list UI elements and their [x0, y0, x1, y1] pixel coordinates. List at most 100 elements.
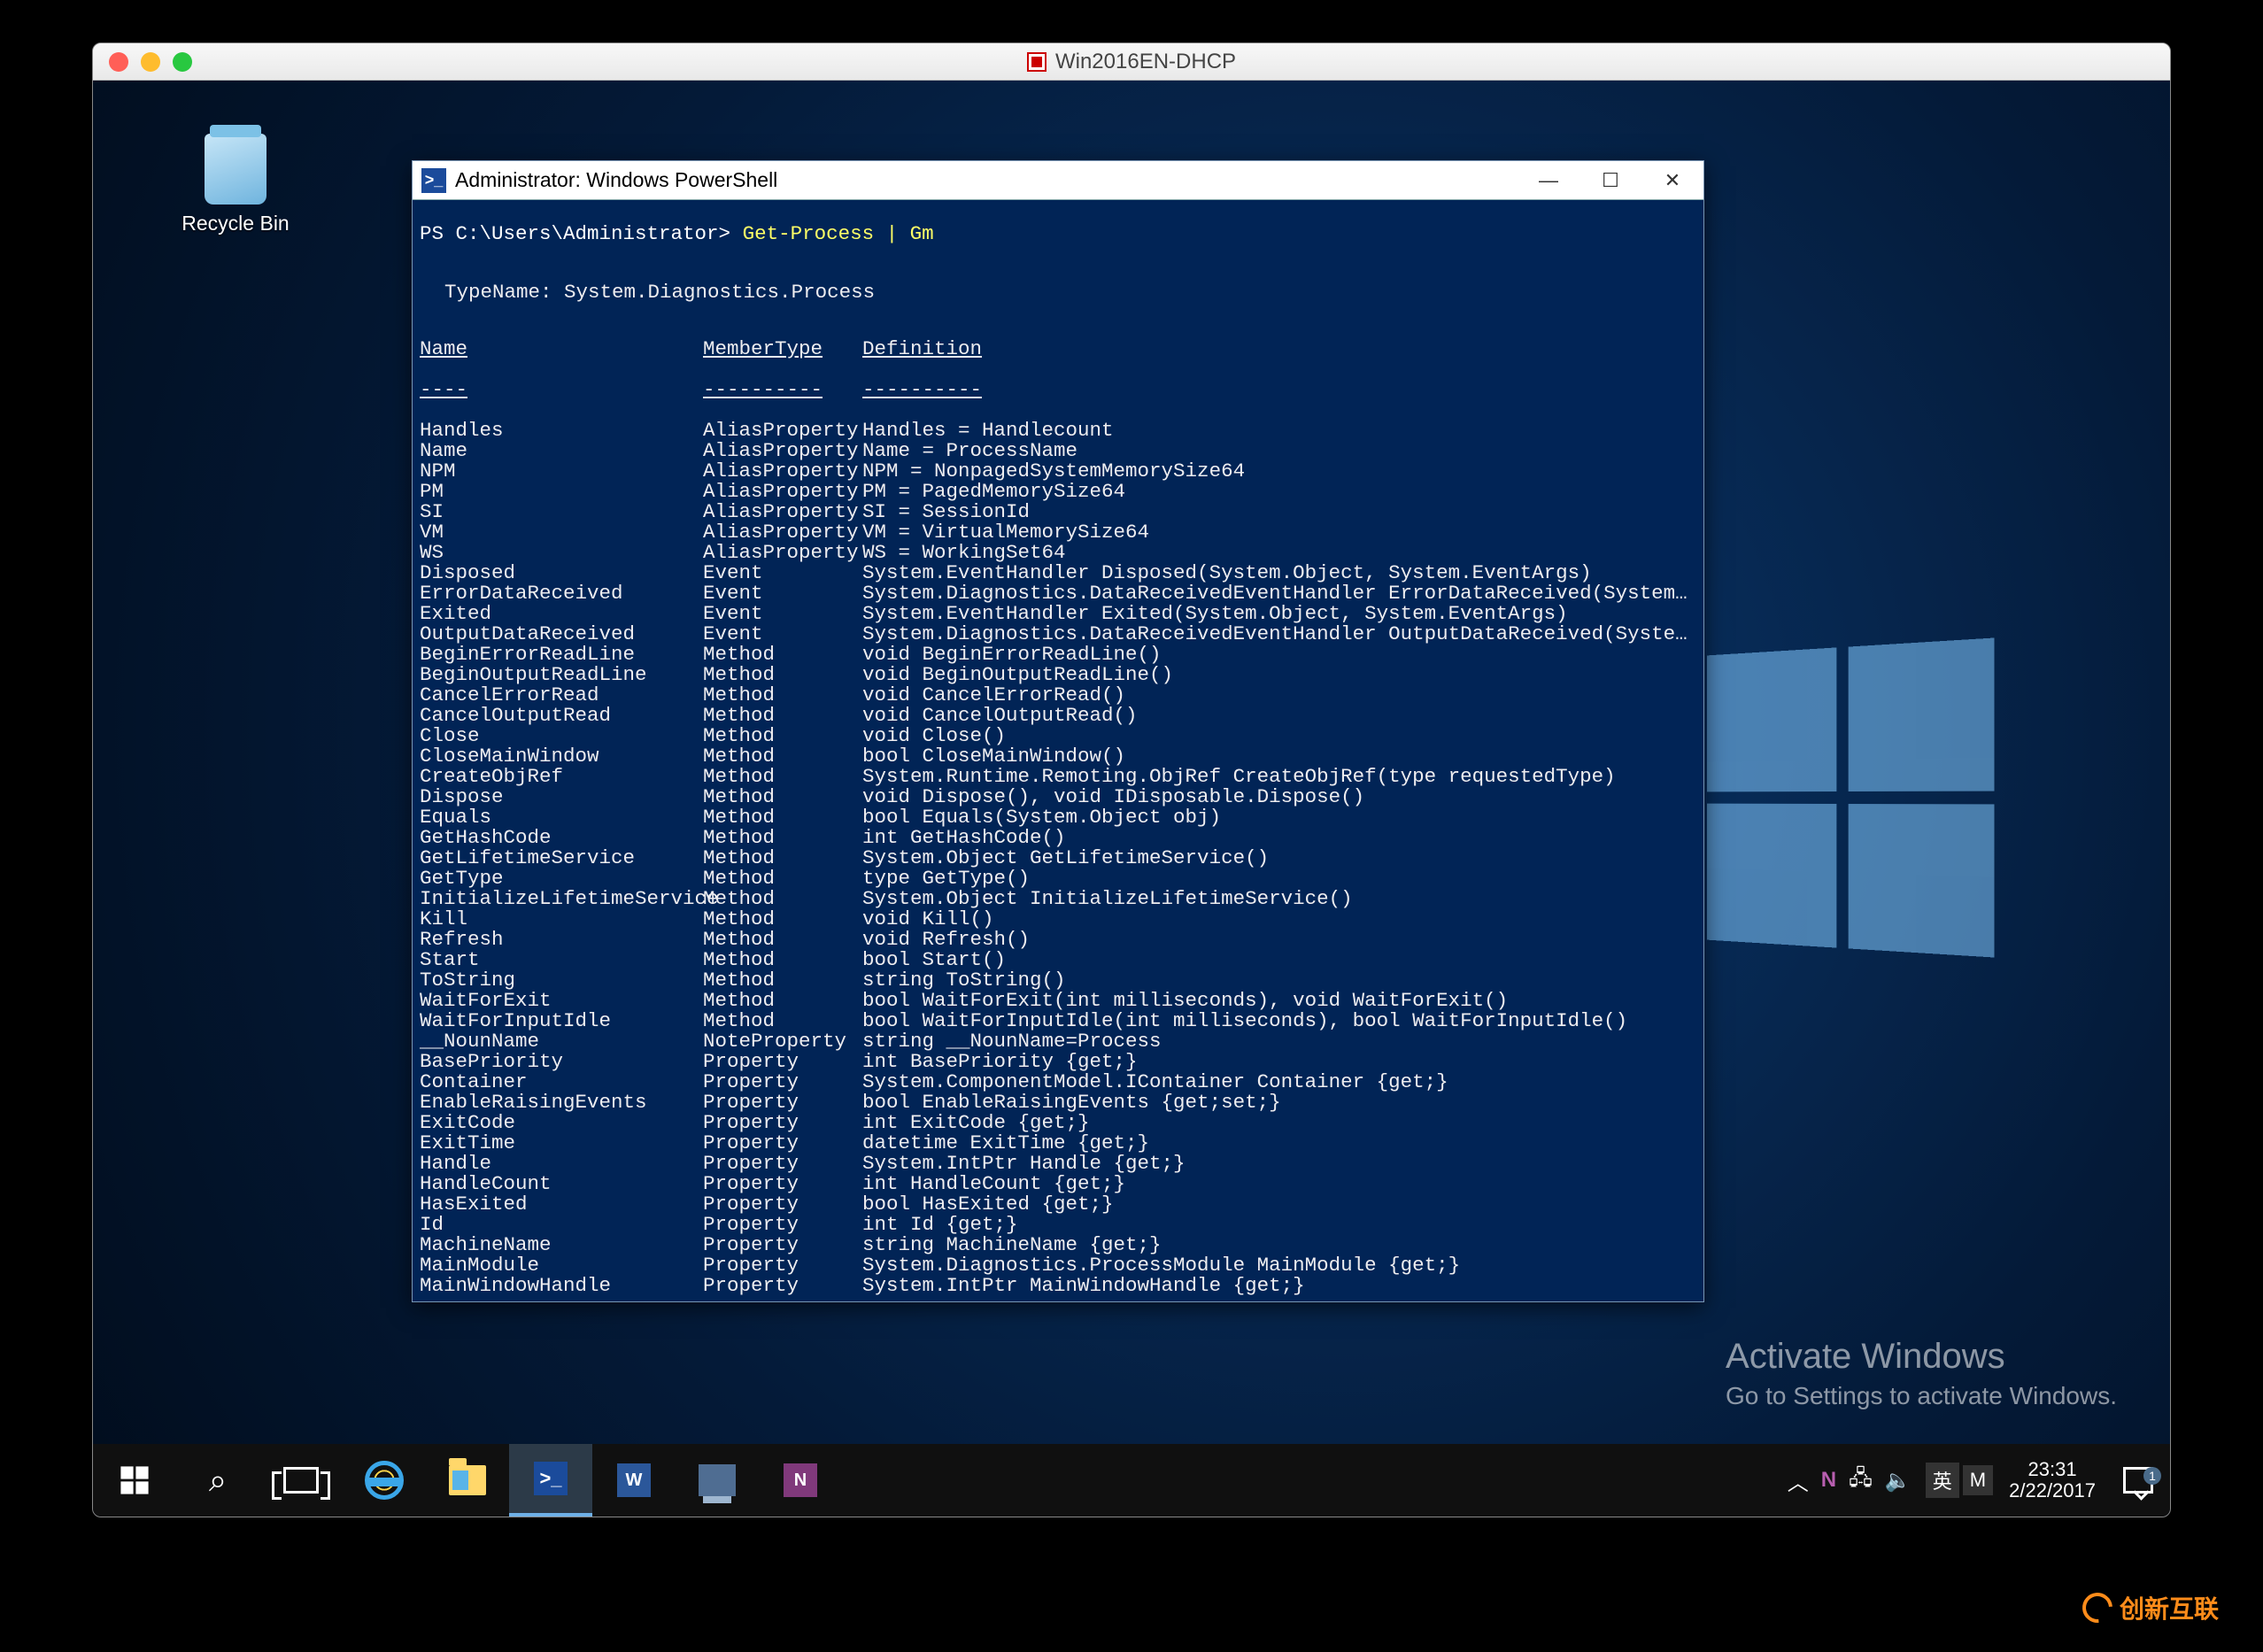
member-definition: bool EnableRaisingEvents {get;set;} — [862, 1092, 1696, 1113]
minimize-icon[interactable] — [141, 52, 160, 72]
member-name: MachineName — [420, 1235, 703, 1255]
powershell-taskbar-icon: >_ — [534, 1462, 568, 1495]
system-tray[interactable]: ︿ N 🖧 🔈 — [1777, 1463, 1922, 1499]
close-button[interactable]: ✕ — [1641, 161, 1703, 200]
powershell-titlebar[interactable]: >_ Administrator: Windows PowerShell — ☐… — [413, 161, 1703, 200]
member-definition: NPM = NonpagedSystemMemorySize64 — [862, 461, 1696, 482]
output-row: MachineNamePropertystring MachineName {g… — [420, 1235, 1696, 1255]
member-name: CancelOutputRead — [420, 706, 703, 726]
member-type: Method — [703, 665, 862, 685]
zoom-icon[interactable] — [173, 52, 192, 72]
member-name: PM — [420, 482, 703, 502]
member-type: Property — [703, 1072, 862, 1092]
member-definition: PM = PagedMemorySize64 — [862, 482, 1696, 502]
member-type: Method — [703, 930, 862, 950]
output-row: IdPropertyint Id {get;} — [420, 1215, 1696, 1235]
maximize-button[interactable]: ☐ — [1579, 161, 1641, 200]
output-row: NPMAliasPropertyNPM = NonpagedSystemMemo… — [420, 461, 1696, 482]
task-view-icon — [283, 1467, 319, 1494]
member-type: Method — [703, 767, 862, 787]
member-type: Property — [703, 1092, 862, 1113]
member-type: AliasProperty — [703, 441, 862, 461]
member-name: VM — [420, 522, 703, 543]
action-center-button[interactable]: 1 — [2112, 1467, 2165, 1494]
tray-chevron-up-icon[interactable]: ︿ — [1788, 1465, 1809, 1496]
file-explorer-button[interactable] — [426, 1444, 509, 1517]
task-view-button[interactable] — [259, 1444, 343, 1517]
member-name: NPM — [420, 461, 703, 482]
folder-icon — [449, 1465, 486, 1495]
member-name: BeginOutputReadLine — [420, 665, 703, 685]
prompt-path: PS C:\Users\Administrator> — [420, 222, 743, 245]
start-button[interactable] — [93, 1444, 176, 1517]
search-button[interactable]: ⌕ — [176, 1444, 259, 1517]
member-definition: void CancelOutputRead() — [862, 706, 1696, 726]
powershell-console[interactable]: PS C:\Users\Administrator> Get-Process |… — [413, 200, 1703, 1344]
member-type: Property — [703, 1276, 862, 1296]
member-definition: System.EventHandler Disposed(System.Obje… — [862, 563, 1696, 583]
output-row: WaitForInputIdleMethodbool WaitForInputI… — [420, 1011, 1696, 1031]
word-button[interactable]: W — [592, 1444, 676, 1517]
output-row: CancelErrorReadMethodvoid CancelErrorRea… — [420, 685, 1696, 706]
prompt-command: Get-Process | Gm — [743, 222, 934, 245]
member-type: AliasProperty — [703, 502, 862, 522]
minimize-button[interactable]: — — [1518, 161, 1579, 200]
clock[interactable]: 23:31 2/22/2017 — [1997, 1459, 2108, 1501]
member-name: Container — [420, 1072, 703, 1092]
output-row: WSAliasPropertyWS = WorkingSet64 — [420, 543, 1696, 563]
ime-language-button[interactable]: 英 — [1926, 1463, 1959, 1498]
output-row: GetLifetimeServiceMethodSystem.Object Ge… — [420, 848, 1696, 868]
member-type: Method — [703, 787, 862, 807]
server-manager-button[interactable] — [676, 1444, 759, 1517]
member-definition: bool Equals(System.Object obj) — [862, 807, 1696, 828]
member-name: GetHashCode — [420, 828, 703, 848]
clock-date: 2/22/2017 — [2009, 1480, 2096, 1501]
member-definition: System.Object InitializeLifetimeService(… — [862, 889, 1696, 909]
member-type: Event — [703, 563, 862, 583]
vm-title: Win2016EN-DHCP — [1055, 50, 1236, 74]
volume-icon[interactable]: 🔈 — [1885, 1468, 1912, 1494]
member-definition: SI = SessionId — [862, 502, 1696, 522]
output-row: InitializeLifetimeServiceMethodSystem.Ob… — [420, 889, 1696, 909]
onenote-tray-icon[interactable]: N — [1821, 1468, 1836, 1493]
activate-windows-watermark: Activate Windows Go to Settings to activ… — [1726, 1337, 2117, 1410]
member-definition: VM = VirtualMemorySize64 — [862, 522, 1696, 543]
member-type: Method — [703, 909, 862, 930]
ime-keyboard-button[interactable]: M — [1963, 1465, 1993, 1495]
network-icon[interactable]: 🖧 — [1849, 1463, 1873, 1499]
member-name: Equals — [420, 807, 703, 828]
member-definition: void Close() — [862, 726, 1696, 746]
output-row: GetHashCodeMethodint GetHashCode() — [420, 828, 1696, 848]
member-name: Handles — [420, 421, 703, 441]
powershell-window[interactable]: >_ Administrator: Windows PowerShell — ☐… — [412, 160, 1704, 1302]
member-type: Event — [703, 624, 862, 645]
member-name: Refresh — [420, 930, 703, 950]
windows-start-icon — [120, 1465, 150, 1495]
internet-explorer-button[interactable] — [343, 1444, 426, 1517]
member-type: Property — [703, 1235, 862, 1255]
recycle-bin-icon — [205, 134, 266, 205]
member-name: BasePriority — [420, 1052, 703, 1072]
output-row: OutputDataReceivedEventSystem.Diagnostic… — [420, 624, 1696, 645]
member-name: Kill — [420, 909, 703, 930]
member-type: Property — [703, 1255, 862, 1276]
member-type: Method — [703, 828, 862, 848]
output-row: DisposeMethodvoid Dispose(), void IDispo… — [420, 787, 1696, 807]
windows-logo-wallpaper — [1707, 637, 1994, 957]
powershell-taskbar-button[interactable]: >_ — [509, 1444, 592, 1517]
member-type: AliasProperty — [703, 543, 862, 563]
member-type: Property — [703, 1113, 862, 1133]
member-name: Disposed — [420, 563, 703, 583]
close-icon[interactable] — [109, 52, 128, 72]
member-type: Method — [703, 950, 862, 970]
member-definition: int BasePriority {get;} — [862, 1052, 1696, 1072]
onenote-icon: N — [784, 1463, 817, 1497]
output-row: HandleCountPropertyint HandleCount {get;… — [420, 1174, 1696, 1194]
windows-desktop[interactable]: Recycle Bin >_ Administrator: Windows Po… — [93, 81, 2170, 1517]
recycle-bin[interactable]: Recycle Bin — [178, 134, 293, 235]
member-name: CloseMainWindow — [420, 746, 703, 767]
onenote-button[interactable]: N — [759, 1444, 842, 1517]
output-row: WaitForExitMethodbool WaitForExit(int mi… — [420, 991, 1696, 1011]
member-type: Property — [703, 1174, 862, 1194]
output-row: NameAliasPropertyName = ProcessName — [420, 441, 1696, 461]
